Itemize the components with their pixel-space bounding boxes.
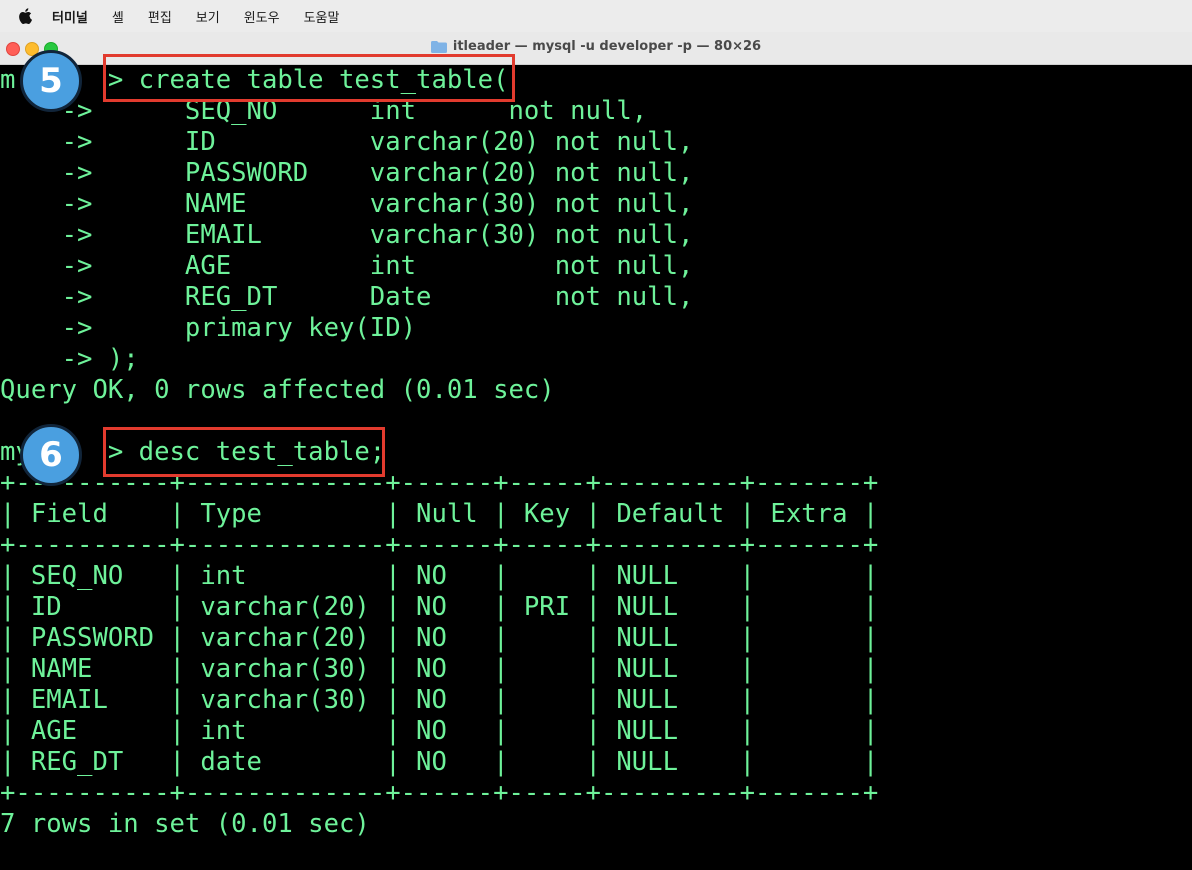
menu-edit[interactable]: 편집 bbox=[148, 7, 172, 26]
highlight-box-desc-table bbox=[103, 427, 385, 477]
terminal-line: -> ID varchar(20) not null, bbox=[0, 127, 694, 157]
apple-logo-icon[interactable] bbox=[18, 8, 32, 24]
menu-window[interactable]: 윈도우 bbox=[244, 7, 280, 26]
menu-view[interactable]: 보기 bbox=[196, 7, 220, 26]
table-row: | SEQ_NO | int | NO | | NULL | | bbox=[0, 561, 879, 591]
table-row: | EMAIL | varchar(30) | NO | | NULL | | bbox=[0, 685, 879, 715]
terminal-line: -> EMAIL varchar(30) not null, bbox=[0, 220, 694, 250]
terminal-line: -> AGE int not null, bbox=[0, 251, 694, 281]
terminal-line: -> ); bbox=[0, 344, 139, 374]
table-row: | AGE | int | NO | | NULL | | bbox=[0, 716, 879, 746]
terminal-line: -> primary key(ID) bbox=[0, 313, 417, 343]
table-row: | REG_DT | date | NO | | NULL | | bbox=[0, 747, 879, 777]
window-title: itleader — mysql -u developer -p — 80×26 bbox=[0, 39, 1192, 54]
menu-help[interactable]: 도움말 bbox=[304, 7, 340, 26]
step-badge-5: 5 bbox=[20, 50, 82, 112]
table-border-line: +----------+-------------+------+-----+-… bbox=[0, 778, 879, 808]
terminal-line: -> PASSWORD varchar(20) not null, bbox=[0, 158, 694, 188]
terminal-line: -> REG_DT Date not null, bbox=[0, 282, 694, 312]
highlight-box-create-table bbox=[103, 54, 515, 102]
terminal-output[interactable]: m > create table test_table( -> SEQ_NO i… bbox=[0, 54, 1192, 870]
window-title-text: itleader — mysql -u developer -p — 80×26 bbox=[452, 39, 762, 54]
result-summary: 7 rows in set (0.01 sec) bbox=[0, 809, 370, 839]
terminal-line: -> NAME varchar(30) not null, bbox=[0, 189, 694, 219]
table-header-row: | Field | Type | Null | Key | Default | … bbox=[0, 499, 879, 529]
table-border-line: +----------+-------------+------+-----+-… bbox=[0, 530, 879, 560]
terminal-line: Query OK, 0 rows affected (0.01 sec) bbox=[0, 375, 555, 405]
table-row: | PASSWORD | varchar(20) | NO | | NULL |… bbox=[0, 623, 879, 653]
menu-bar: 터미널 셸 편집 보기 윈도우 도움말 bbox=[0, 0, 1192, 32]
table-row: | NAME | varchar(30) | NO | | NULL | | bbox=[0, 654, 879, 684]
menu-shell[interactable]: 셸 bbox=[112, 7, 124, 26]
folder-icon bbox=[430, 40, 447, 53]
menu-terminal[interactable]: 터미널 bbox=[52, 7, 88, 26]
step-badge-6: 6 bbox=[20, 424, 82, 486]
table-row: | ID | varchar(20) | NO | PRI | NULL | | bbox=[0, 592, 879, 622]
